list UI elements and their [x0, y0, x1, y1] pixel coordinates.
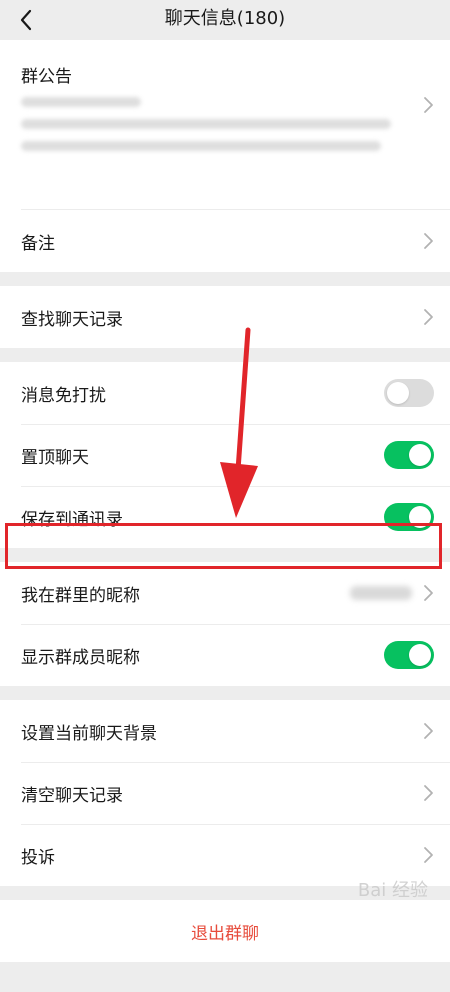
background-label: 设置当前聊天背景 [21, 723, 157, 744]
announcement-text-blurred [21, 97, 141, 107]
chevron-right-icon [424, 723, 433, 739]
show-member-names-row: 显示群成员昵称 [0, 624, 450, 686]
nickname-label: 我在群里的昵称 [21, 585, 140, 606]
mute-row: 消息免打扰 [0, 362, 450, 424]
watermark: Bai 经验 [357, 880, 428, 901]
search-history-label: 查找聊天记录 [21, 309, 123, 330]
remark-label: 备注 [21, 233, 55, 254]
mute-toggle[interactable] [384, 379, 434, 407]
actions-group: 设置当前聊天背景 清空聊天记录 投诉 [0, 700, 450, 886]
chevron-right-icon [424, 847, 433, 863]
pin-toggle[interactable] [384, 441, 434, 469]
search-group: 查找聊天记录 [0, 286, 450, 348]
nav-bar: 聊天信息(180) [0, 0, 450, 40]
announcement-text-blurred [21, 141, 381, 151]
announcement-row[interactable]: 群公告 [0, 40, 450, 210]
nickname-row[interactable]: 我在群里的昵称 [0, 562, 450, 624]
nickname-value-blurred [350, 586, 412, 600]
announcement-label: 群公告 [21, 67, 72, 87]
pin-row: 置顶聊天 [0, 424, 450, 486]
save-contacts-toggle[interactable] [384, 503, 434, 531]
chevron-right-icon [424, 585, 433, 601]
remark-row[interactable]: 备注 [0, 210, 450, 272]
show-member-names-toggle[interactable] [384, 641, 434, 669]
show-member-names-label: 显示群成员昵称 [21, 647, 140, 668]
announcement-text-blurred [21, 119, 391, 129]
chevron-right-icon [424, 309, 433, 325]
clear-history-row[interactable]: 清空聊天记录 [0, 762, 450, 824]
settings-group: 消息免打扰 置顶聊天 保存到通讯录 [0, 362, 450, 548]
chevron-right-icon [424, 233, 433, 249]
exit-group-button[interactable]: 退出群聊 [0, 900, 450, 962]
info-group: 群公告 备注 [0, 40, 450, 272]
save-contacts-row: 保存到通讯录 [0, 486, 450, 548]
search-history-row[interactable]: 查找聊天记录 [0, 286, 450, 348]
save-contacts-label: 保存到通讯录 [21, 509, 123, 530]
nickname-group: 我在群里的昵称 显示群成员昵称 [0, 562, 450, 686]
clear-history-label: 清空聊天记录 [21, 785, 123, 806]
chevron-right-icon [424, 97, 433, 113]
page-title: 聊天信息(180) [164, 8, 286, 29]
mute-label: 消息免打扰 [21, 385, 106, 406]
chevron-right-icon [424, 785, 433, 801]
background-row[interactable]: 设置当前聊天背景 [0, 700, 450, 762]
report-label: 投诉 [21, 847, 55, 868]
pin-label: 置顶聊天 [21, 447, 89, 468]
